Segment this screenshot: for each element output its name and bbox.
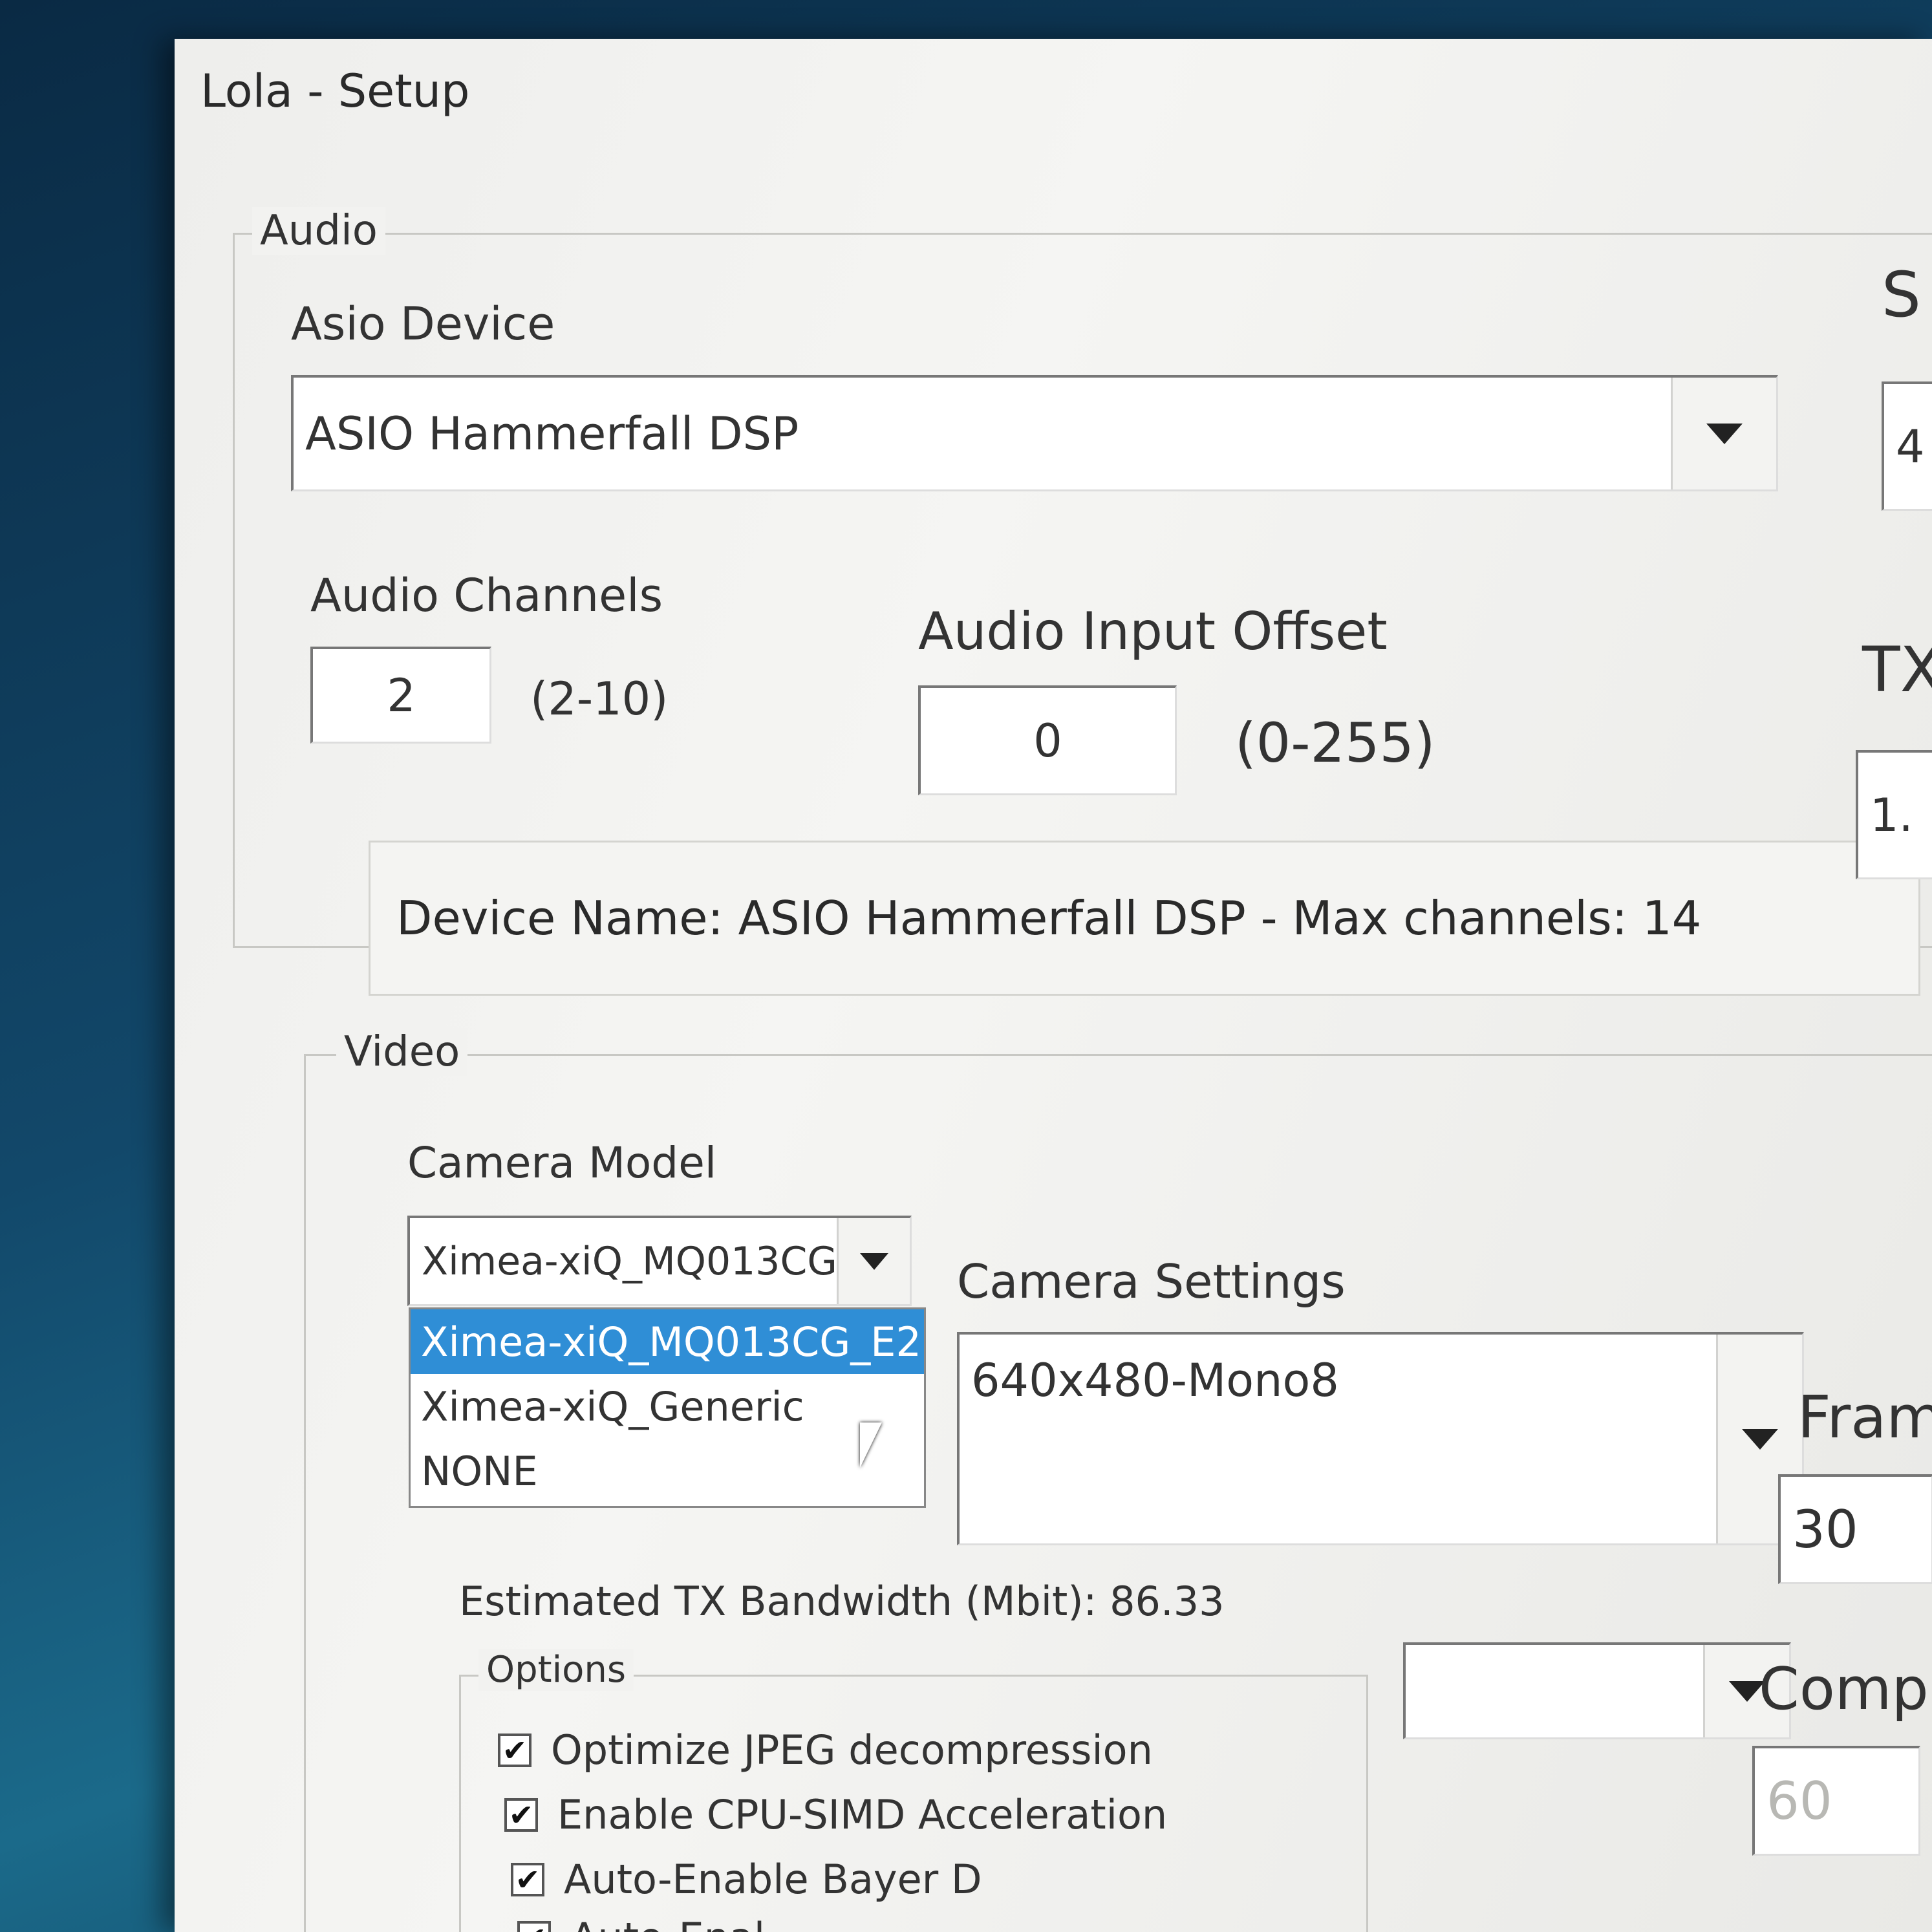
compression-label: Comp <box>1759 1655 1929 1723</box>
bandwidth-text: Estimated TX Bandwidth (Mbit): 86.33 <box>459 1578 1225 1625</box>
option-cpu-simd[interactable]: ✔ Enable CPU-SIMD Acceleration <box>504 1791 1167 1838</box>
mouse-cursor <box>860 1422 882 1468</box>
checkbox-checked-icon[interactable]: ✔ <box>511 1862 544 1896</box>
desktop-background: Lola - Setup Audio Asio Device ASIO Hamm… <box>0 0 1932 1932</box>
option-label: Optimize JPEG decompression <box>551 1726 1153 1774</box>
audio-channels-range: (2-10) <box>530 672 669 725</box>
option-label: Auto-Enal <box>570 1914 765 1932</box>
checkbox-checked-icon[interactable]: ✔ <box>504 1798 538 1832</box>
audio-channels-label: Audio Channels <box>310 569 663 622</box>
checkbox-checked-icon[interactable]: ✔ <box>498 1733 531 1767</box>
option-label: Enable CPU-SIMD Acceleration <box>557 1791 1168 1838</box>
asio-device-value: ASIO Hammerfall DSP <box>305 407 799 460</box>
camera-model-option[interactable]: Ximea-xiQ_MQ013CG_E2 <box>411 1309 924 1374</box>
window-title: Lola - Setup <box>200 65 470 118</box>
setup-window: Lola - Setup Audio Asio Device ASIO Hamm… <box>175 39 1932 1932</box>
camera-model-value: Ximea-xiQ_MQ013CG_E2 <box>422 1238 906 1284</box>
chevron-down-icon <box>1706 423 1743 444</box>
audio-input-offset-label: Audio Input Offset <box>918 601 1388 661</box>
camera-settings-label: Camera Settings <box>957 1254 1346 1309</box>
video-group-label: Video <box>336 1028 468 1076</box>
audio-input-offset-input[interactable]: 0 <box>918 685 1177 795</box>
checkbox-checked-icon[interactable]: ✔ <box>517 1920 551 1932</box>
compression-quality-input[interactable]: 60 <box>1752 1746 1920 1856</box>
device-info-text: Device Name: ASIO Hammerfall DSP - Max c… <box>396 891 1702 945</box>
compression-select[interactable] <box>1403 1642 1791 1739</box>
option-auto-enable[interactable]: ✔ Auto-Enal <box>517 1914 765 1932</box>
camera-settings-select[interactable]: 640x480-Mono8 <box>957 1332 1804 1545</box>
option-label: Auto-Enable Bayer D <box>564 1856 982 1903</box>
camera-model-label: Camera Model <box>407 1138 717 1188</box>
chevron-down-icon <box>860 1252 888 1270</box>
audio-channels-input[interactable]: 2 <box>310 647 491 744</box>
audio-input-offset-range: (0-255) <box>1235 711 1435 775</box>
camera-model-option[interactable]: Ximea-xiQ_Generic <box>411 1374 924 1439</box>
asio-device-label: Asio Device <box>291 297 555 350</box>
camera-model-dropdown-button[interactable] <box>837 1218 910 1304</box>
audio-group-label: Audio <box>252 207 385 255</box>
right-label-1: S <box>1882 259 1921 331</box>
device-info-box: Device Name: ASIO Hammerfall DSP - Max c… <box>369 841 1920 996</box>
right-label-2: TX <box>1862 634 1932 706</box>
frame-rate-input[interactable]: 30 <box>1778 1474 1932 1584</box>
option-auto-bayer[interactable]: ✔ Auto-Enable Bayer D <box>511 1856 982 1903</box>
camera-model-dropdown-list: Ximea-xiQ_MQ013CG_E2 Ximea-xiQ_Generic N… <box>409 1307 926 1508</box>
asio-device-select[interactable]: ASIO Hammerfall DSP <box>291 375 1778 491</box>
frame-label: Fram <box>1798 1384 1932 1452</box>
option-optimize-jpeg[interactable]: ✔ Optimize JPEG decompression <box>498 1726 1153 1774</box>
camera-settings-value: 640x480-Mono8 <box>971 1354 1339 1407</box>
chevron-down-icon <box>1742 1428 1778 1450</box>
right-field-1[interactable]: 4 <box>1882 381 1932 511</box>
camera-model-option[interactable]: NONE <box>411 1439 924 1503</box>
asio-device-dropdown-button[interactable] <box>1671 378 1776 489</box>
options-group-label: Options <box>478 1649 634 1691</box>
camera-model-select[interactable]: Ximea-xiQ_MQ013CG_E2 <box>407 1216 912 1306</box>
right-field-2[interactable]: 1. <box>1856 750 1932 879</box>
